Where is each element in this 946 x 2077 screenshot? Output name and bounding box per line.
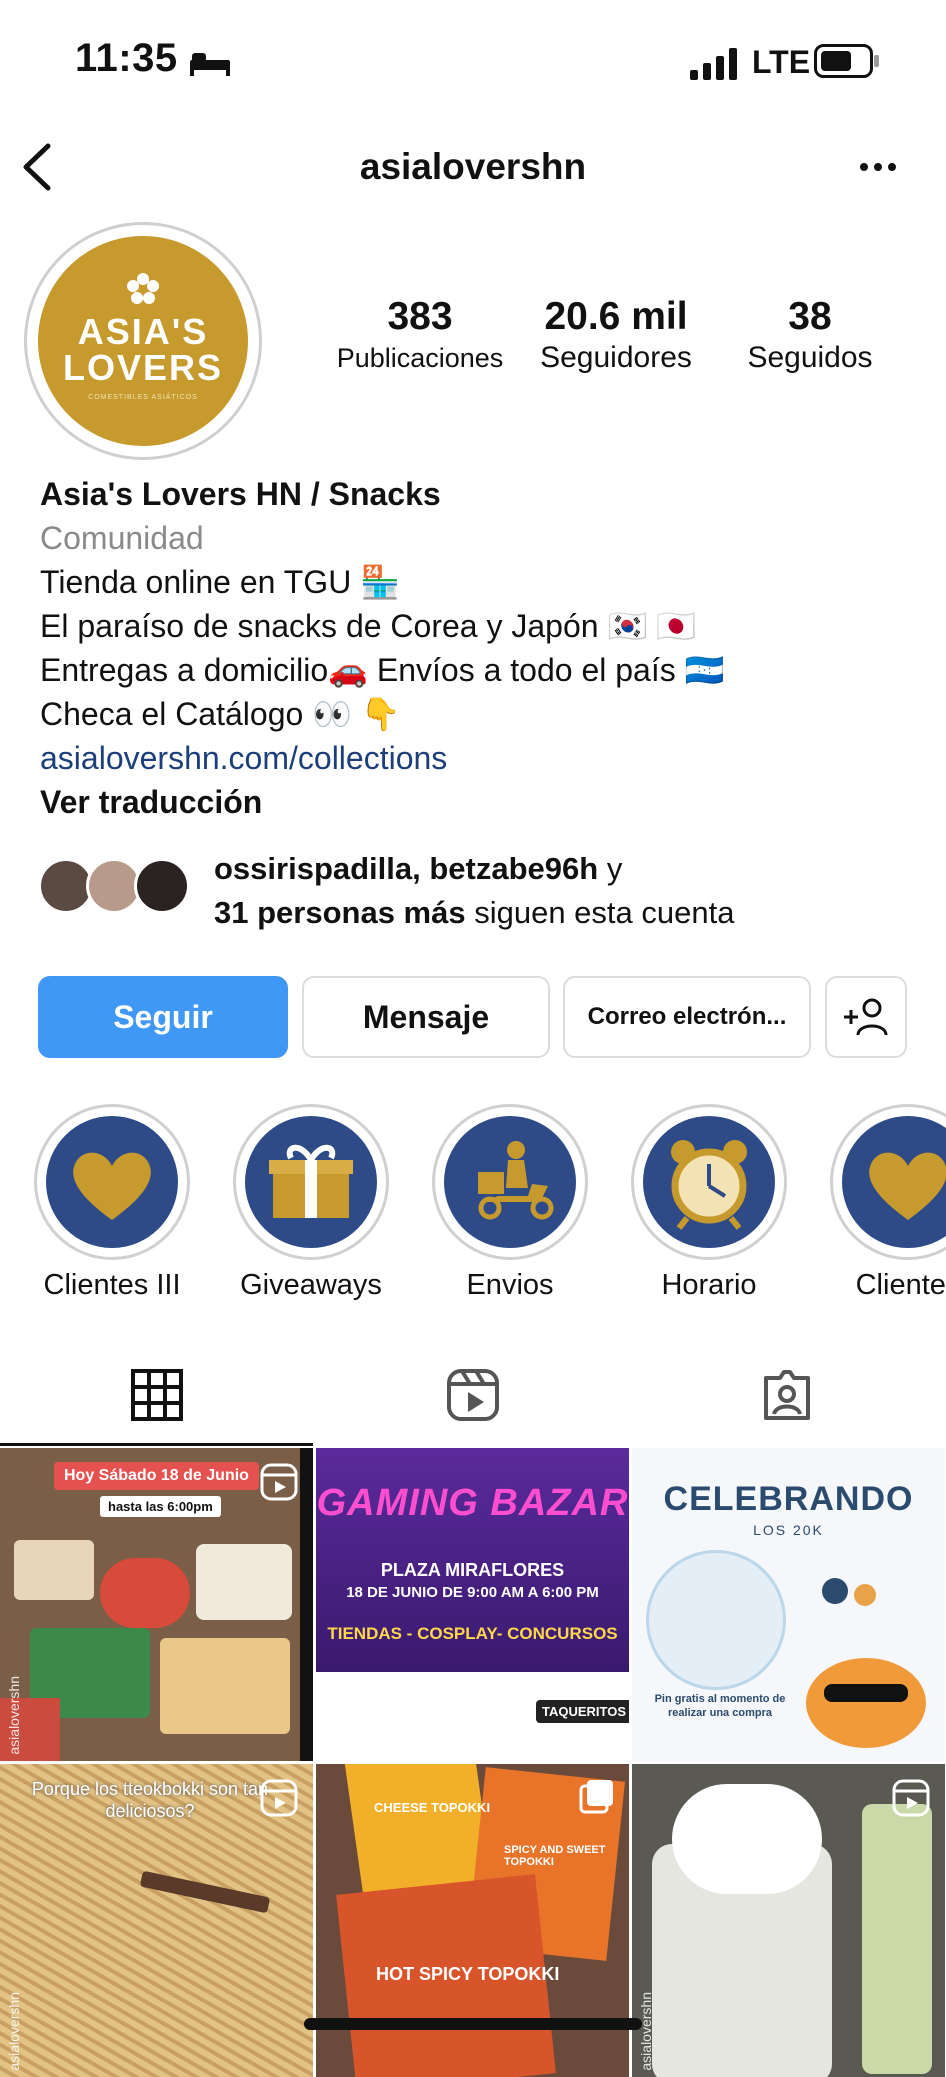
post-caption: Pin gratis al momento de realizar una co… — [654, 1693, 786, 1719]
highlight-label: Clientes — [855, 1269, 946, 1301]
highlight-label: Envios — [466, 1269, 554, 1301]
stat-posts[interactable]: 383 Publicaciones — [330, 296, 510, 378]
avatar[interactable]: ASIA'S LOVERS COMESTIBLES ASIÁTICOS — [38, 236, 248, 446]
tagged-tab-icon[interactable] — [760, 1368, 814, 1422]
stat-following[interactable]: 38 Seguidos — [726, 296, 894, 378]
follower-avatar[interactable] — [134, 858, 190, 914]
profile-category: Comunidad — [40, 520, 204, 556]
post-caption: Porque los tteokbokki son tan deliciosos… — [31, 1779, 269, 1821]
followed-by-line-2[interactable]: 31 personas más siguen esta cuenta — [214, 892, 734, 934]
bio-line: El paraíso de snacks de Corea y Japón 🇰🇷… — [40, 608, 697, 644]
cellular-signal-icon — [690, 48, 737, 80]
suggested-accounts-button[interactable] — [825, 976, 907, 1058]
reels-tab-icon[interactable] — [446, 1368, 500, 1422]
flower-logo-icon — [127, 273, 159, 304]
sponsor-logo: TAQUERITOS — [536, 1700, 629, 1723]
highlight-clientes-iii[interactable] — [34, 1104, 190, 1260]
post-handle: asialovershn — [6, 1992, 22, 2071]
more-options-icon[interactable] — [858, 152, 898, 182]
post-thumbnail[interactable]: CELEBRANDO LOS 20K Pin gratis al momento… — [632, 1448, 945, 1761]
gift-icon — [269, 1144, 353, 1218]
highlight-label: Clientes III — [43, 1269, 181, 1301]
message-button[interactable]: Mensaje — [302, 976, 550, 1058]
bio-line: Entregas a domicilio🚗 Envíos a todo el p… — [40, 652, 725, 688]
active-tab-indicator — [0, 1443, 313, 1446]
highlight-label: Horario — [661, 1269, 757, 1301]
logo-line-2: LOVERS — [62, 347, 224, 388]
post-banner: Hoy Sábado 18 de Junio — [54, 1462, 259, 1490]
add-person-icon — [844, 998, 888, 1036]
highlight-giveaways[interactable] — [233, 1104, 389, 1260]
post-line: TIENDAS - COSPLAY- CONCURSOS — [327, 1624, 618, 1643]
post-title: GAMING BAZAR — [316, 1482, 629, 1524]
package-label: CHEESE TOPOKKI — [374, 1800, 491, 1815]
post-handle: asialovershn — [6, 1676, 22, 1755]
bio-line: Checa el Catálogo 👀 👇 — [40, 696, 401, 732]
followed-by-names[interactable]: ossirispadilla, betzabe96h — [214, 851, 598, 886]
bio-line: Tienda online en TGU 🏪 — [40, 564, 401, 600]
heart-icon — [73, 1152, 151, 1220]
package-label: HOT SPICY TOPOKKI — [376, 1964, 560, 1984]
highlight-envios[interactable] — [432, 1104, 588, 1260]
post-thumbnail[interactable]: GAMING BAZAR PLAZA MIRAFLORES 18 DE JUNI… — [316, 1448, 629, 1761]
followed-by-and: y — [598, 851, 623, 886]
package-label: SPICY AND SWEET TOPOKKI — [504, 1844, 606, 1868]
status-time: 11:35 — [75, 36, 178, 80]
reel-badge-icon — [892, 1779, 930, 1817]
post-thumbnail[interactable]: Porque los tteokbokki son tan deliciosos… — [0, 1764, 313, 2077]
followed-by-count[interactable]: 31 personas más — [214, 895, 466, 930]
stat-posts-label: Publicaciones — [336, 343, 504, 373]
alarm-clock-icon — [671, 1140, 747, 1230]
post-line: 18 DE JUNIO DE 9:00 AM A 6:00 PM — [346, 1584, 599, 1601]
multiple-photos-icon — [579, 1780, 613, 1814]
post-line: PLAZA MIRAFLORES — [380, 1560, 565, 1580]
stat-following-value: 38 — [788, 295, 832, 338]
highlight-horario[interactable] — [631, 1104, 787, 1260]
post-title: CELEBRANDO — [663, 1480, 914, 1518]
grid-posts-tab-icon[interactable] — [130, 1368, 184, 1422]
profile-name: Asia's Lovers HN / Snacks — [40, 476, 441, 512]
stat-followers-label: Seguidores — [540, 341, 692, 374]
post-handle: asialovershn — [638, 1992, 654, 2071]
stat-posts-value: 383 — [387, 295, 453, 338]
see-translation-button[interactable]: Ver traducción — [40, 782, 262, 822]
highlight-clientes[interactable] — [830, 1104, 946, 1260]
delivery-scooter-icon — [478, 1141, 554, 1220]
stat-followers[interactable]: 20.6 mil Seguidores — [520, 296, 712, 378]
followed-by-suffix: siguen esta cuenta — [465, 895, 735, 930]
post-thumbnail[interactable]: CHEESE TOPOKKI SPICY AND SWEET TOPOKKI H… — [316, 1764, 629, 2077]
email-button[interactable]: Correo electrón... — [563, 976, 811, 1058]
network-type: LTE — [752, 44, 811, 80]
stat-following-label: Seguidos — [747, 341, 873, 374]
post-subbanner: hasta las 6:00pm — [100, 1496, 221, 1517]
stat-followers-value: 20.6 mil — [544, 295, 688, 338]
sleep-focus-icon — [190, 53, 230, 76]
home-indicator[interactable] — [304, 2018, 642, 2030]
post-thumbnail[interactable]: asialovershn — [632, 1764, 945, 2077]
reel-badge-icon — [260, 1463, 298, 1501]
battery-icon — [814, 44, 879, 78]
heart-icon — [869, 1152, 946, 1220]
profile-username-title: asialovershn — [359, 146, 587, 187]
bio-website-link[interactable]: asialovershn.com/collections — [40, 738, 447, 778]
followed-by-line-1[interactable]: ossirispadilla, betzabe96h y — [214, 848, 622, 890]
logo-subtitle: COMESTIBLES ASIÁTICOS — [88, 394, 198, 401]
highlight-label: Giveaways — [240, 1269, 382, 1301]
reel-badge-icon — [260, 1779, 298, 1817]
logo-line-1: ASIA'S — [77, 311, 209, 352]
follow-button[interactable]: Seguir — [38, 976, 288, 1058]
post-thumbnail[interactable]: Hoy Sábado 18 de Junio hasta las 6:00pm … — [0, 1448, 313, 1761]
post-subtitle: LOS 20K — [753, 1522, 824, 1538]
